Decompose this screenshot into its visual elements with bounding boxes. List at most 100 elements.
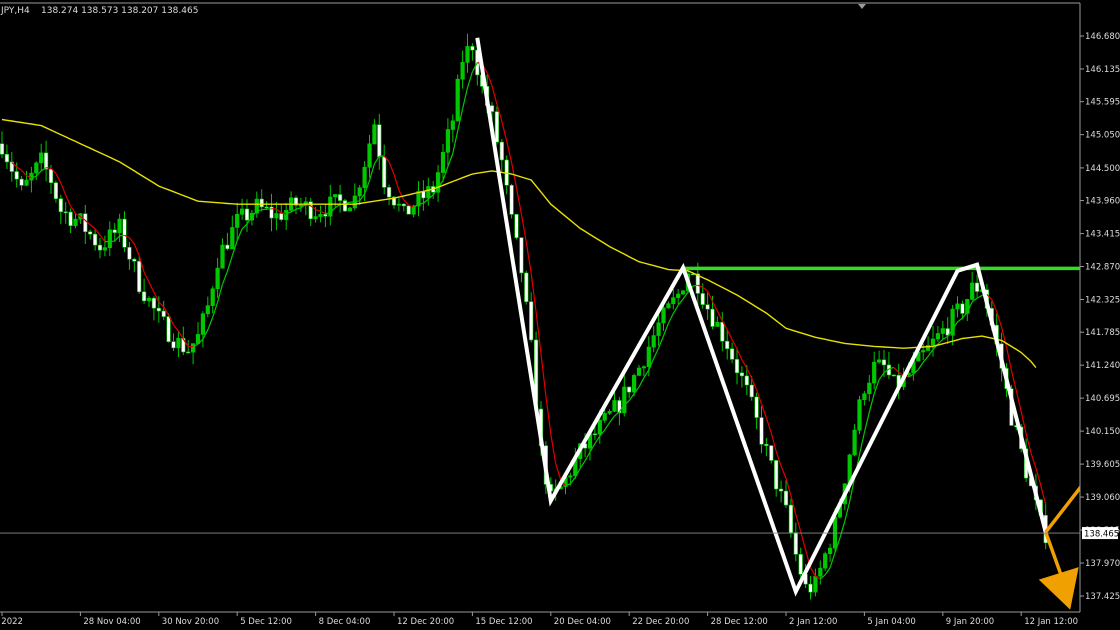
candle-body bbox=[450, 120, 455, 130]
x-tick-label: 5 Jan 04:00 bbox=[867, 617, 915, 627]
candle-body bbox=[666, 303, 671, 309]
candle-body bbox=[220, 244, 225, 269]
candle-body bbox=[872, 361, 877, 384]
candle-body bbox=[93, 233, 98, 246]
ohlc-readout: 138.274 138.573 138.207 138.465 bbox=[41, 6, 198, 16]
candle-body bbox=[210, 288, 215, 306]
fast-ma-segment bbox=[281, 212, 287, 215]
candle-body bbox=[641, 366, 646, 369]
candle-body bbox=[700, 293, 705, 305]
candle-body bbox=[783, 490, 789, 506]
candle-body bbox=[622, 386, 627, 414]
candle-body bbox=[274, 213, 279, 219]
candle-body bbox=[284, 210, 289, 220]
x-tick-label: 5 Dec 12:00 bbox=[240, 617, 292, 627]
candle-body bbox=[191, 343, 196, 353]
y-tick-label: 143.960 bbox=[1085, 197, 1120, 207]
y-tick-label: 143.415 bbox=[1085, 230, 1120, 240]
candle-body bbox=[48, 168, 54, 184]
candle-body bbox=[612, 400, 617, 412]
candle-body bbox=[14, 171, 19, 180]
candle-body bbox=[955, 303, 960, 310]
x-tick-label: 9 Jan 20:00 bbox=[946, 617, 994, 627]
candle-body bbox=[97, 244, 103, 251]
candle-body bbox=[347, 207, 353, 212]
candle-body bbox=[734, 359, 740, 374]
candle-body bbox=[445, 129, 451, 153]
candle-body bbox=[627, 386, 632, 393]
candle-body bbox=[122, 218, 127, 248]
y-tick-label: 144.500 bbox=[1085, 164, 1120, 174]
candle-body bbox=[876, 359, 882, 363]
candle-body bbox=[440, 152, 446, 173]
candle-body bbox=[396, 203, 402, 206]
candle-body bbox=[323, 214, 328, 217]
candle-body bbox=[161, 310, 166, 317]
candle-body bbox=[230, 227, 235, 250]
chart-window: 146.680 146.135 145.595 145.050 144.500 143.9… bbox=[0, 0, 1120, 630]
candle-body bbox=[176, 337, 181, 349]
y-tick-label: 137.425 bbox=[1085, 592, 1120, 602]
candle-body bbox=[39, 152, 44, 164]
candle-body bbox=[279, 213, 284, 220]
candle-body bbox=[519, 237, 524, 274]
candle-body bbox=[362, 166, 367, 189]
candle-body bbox=[651, 335, 656, 348]
candle-body bbox=[798, 554, 803, 575]
candle-body bbox=[63, 211, 68, 214]
candle-body bbox=[749, 384, 754, 398]
candle-body bbox=[24, 179, 29, 186]
candle-body bbox=[729, 348, 735, 360]
candle-body bbox=[881, 359, 887, 366]
candle-body bbox=[372, 124, 377, 145]
fast-ma-segment bbox=[46, 167, 52, 169]
y-tick-label: 140.150 bbox=[1085, 427, 1120, 437]
candle-body bbox=[764, 444, 769, 446]
candle-body bbox=[53, 182, 58, 199]
candle-body bbox=[857, 399, 862, 431]
fast-ma-segment bbox=[119, 234, 125, 237]
y-tick-label: 145.595 bbox=[1085, 98, 1120, 108]
candle-body bbox=[107, 229, 112, 248]
y-tick-label: 142.870 bbox=[1085, 263, 1120, 273]
candle-body bbox=[19, 178, 24, 186]
candle-body bbox=[137, 260, 142, 293]
y-tick-label: 146.135 bbox=[1085, 65, 1120, 75]
candle-body bbox=[171, 341, 176, 349]
candle-body bbox=[793, 532, 798, 555]
candle-body bbox=[0, 143, 5, 155]
candle-body bbox=[494, 111, 500, 143]
candle-body bbox=[88, 231, 93, 235]
candle-body bbox=[83, 213, 88, 233]
candle-body bbox=[695, 273, 700, 294]
y-tick-label: 139.060 bbox=[1085, 493, 1120, 503]
candle-body bbox=[646, 346, 651, 367]
candle-body bbox=[631, 375, 637, 393]
candle-body bbox=[813, 575, 818, 593]
candle-body bbox=[43, 152, 49, 170]
candle-body bbox=[710, 308, 715, 327]
y-tick-label: 142.325 bbox=[1085, 296, 1120, 306]
candle-body bbox=[676, 293, 681, 299]
candle-body bbox=[960, 303, 965, 314]
candle-body bbox=[568, 475, 573, 478]
candle-body bbox=[73, 218, 78, 226]
candle-body bbox=[406, 205, 411, 215]
candle-body bbox=[754, 396, 759, 418]
candle-body bbox=[215, 267, 220, 290]
fast-ma-segment bbox=[692, 284, 698, 287]
y-tick-label: 146.680 bbox=[1085, 32, 1120, 42]
candle-body bbox=[34, 162, 39, 174]
candle-body bbox=[930, 338, 936, 346]
candle-body bbox=[499, 141, 504, 161]
candle-body bbox=[58, 198, 63, 213]
candle-body bbox=[186, 351, 191, 354]
price-chart[interactable]: 146.680 146.135 145.595 145.050 144.500 143.9… bbox=[0, 0, 1120, 630]
candle-body bbox=[818, 567, 823, 577]
candle-body bbox=[313, 216, 318, 220]
candle-body bbox=[401, 203, 406, 207]
x-tick-label: 2 Jan 12:00 bbox=[789, 617, 837, 627]
candle-body bbox=[769, 445, 774, 461]
candle-body bbox=[337, 194, 343, 201]
x-tick-label: 15 Dec 12:00 bbox=[475, 617, 532, 627]
